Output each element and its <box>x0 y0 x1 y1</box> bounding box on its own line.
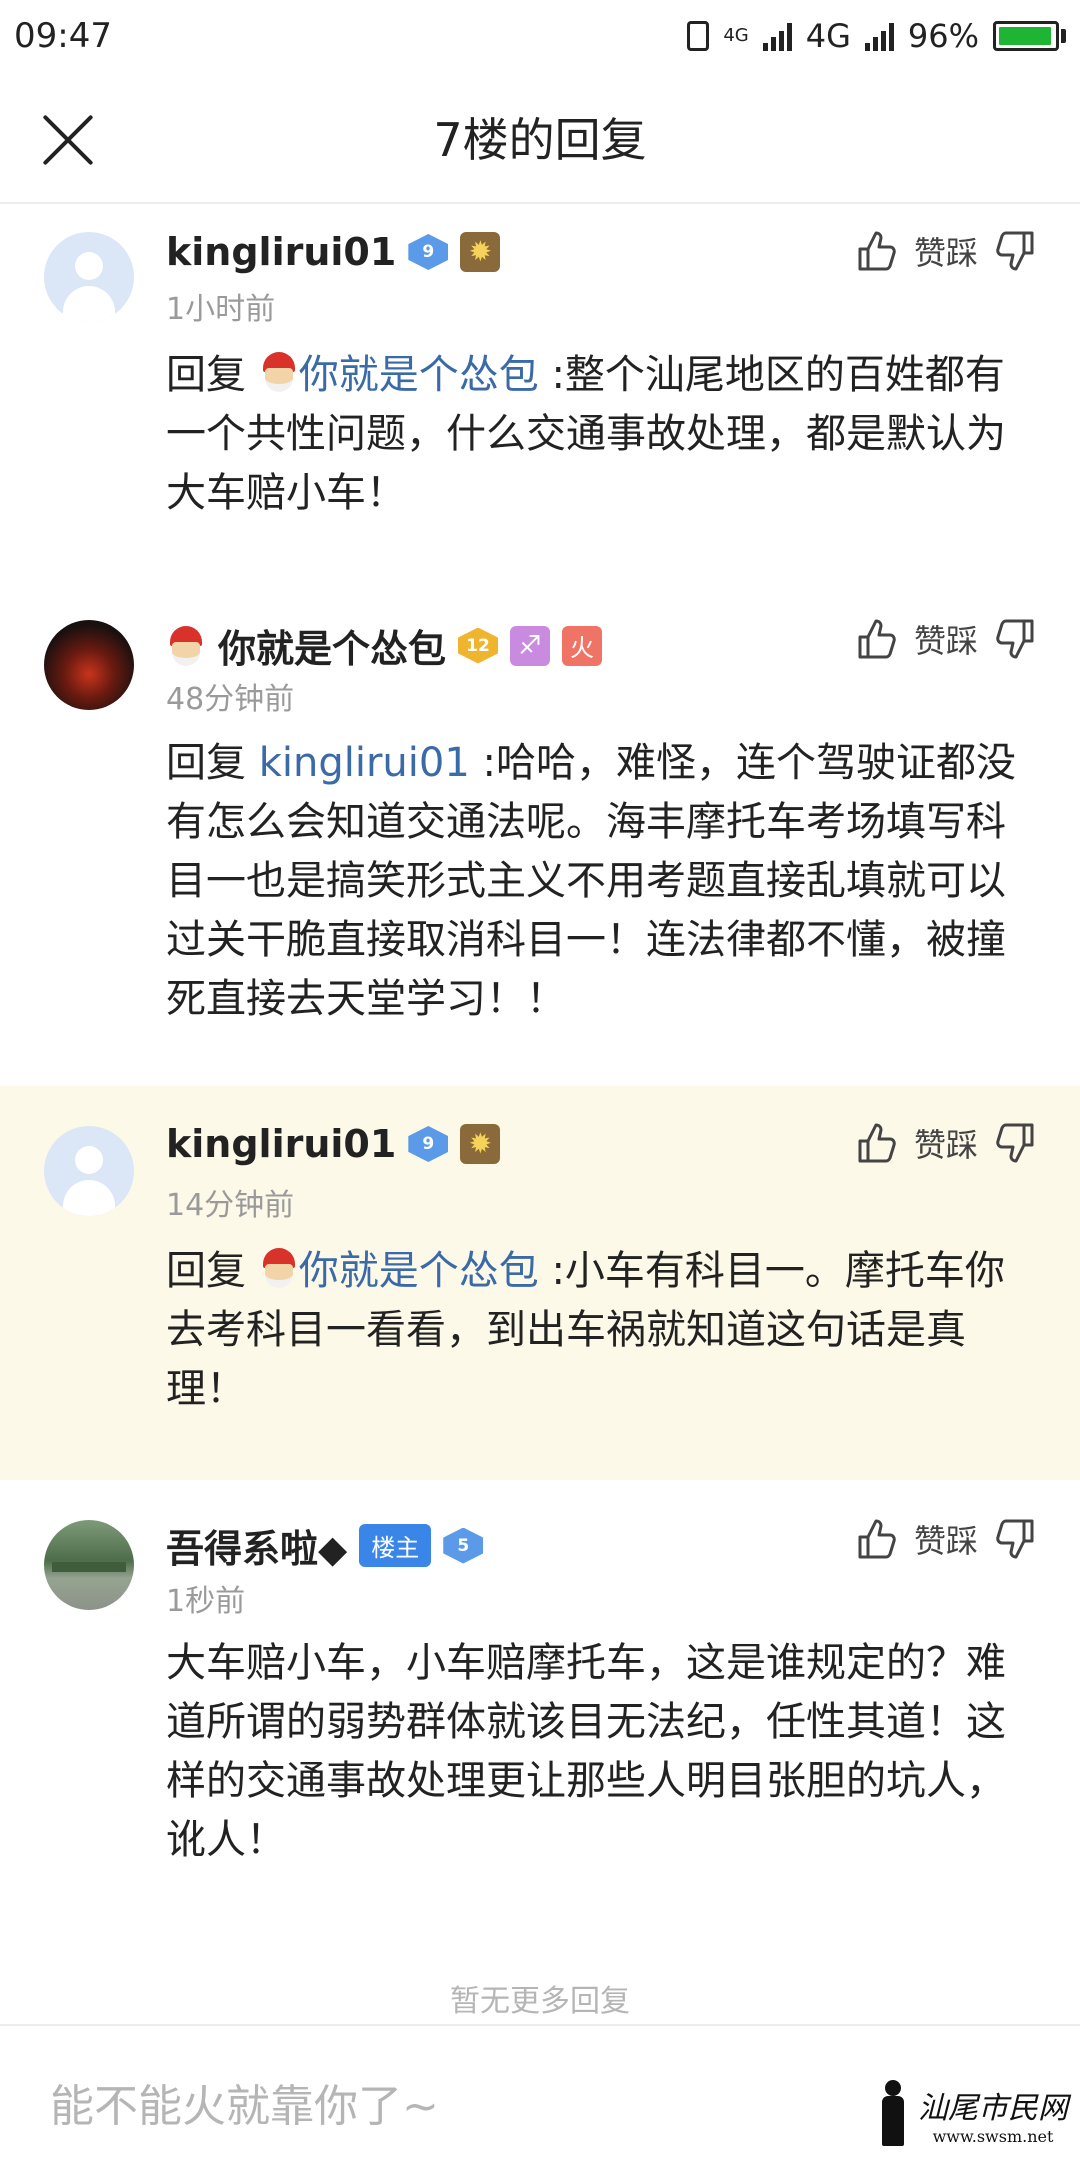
avatar[interactable] <box>44 1126 134 1216</box>
mention-link[interactable]: kinglirui01 <box>259 740 470 786</box>
reply-text: 回复 你就是个怂包 :小车有科目一。摩托车你去考科目一看看，到出车祸就知道这句话… <box>166 1242 1026 1419</box>
watermark-name: 汕尾市民网 <box>918 2091 1068 2126</box>
fire-badge: 火 <box>562 625 603 666</box>
avatar[interactable] <box>44 620 134 710</box>
signal-icon <box>762 21 792 51</box>
status-icons: 4G 4G 96% <box>687 17 1066 55</box>
reply-item-highlighted: kinglirui01 9 ✹ 14分钟前 赞踩 回复 你就是个怂包 :小车有科… <box>0 1086 1080 1480</box>
reply-prefix: 回复 <box>166 740 259 786</box>
vote-actions: 赞踩 <box>856 1120 1036 1166</box>
level-badge: 9 <box>408 234 449 270</box>
vote-actions: 赞踩 <box>856 616 1036 662</box>
level-badge: 12 <box>458 627 499 664</box>
reply-prefix: 回复 <box>166 352 259 398</box>
header: 7楼的回复 <box>0 72 1080 204</box>
network-label: 4G <box>805 17 851 55</box>
thumbs-up-icon[interactable] <box>856 617 896 661</box>
thumbs-down-icon[interactable] <box>996 617 1036 661</box>
reply-item: kinglirui01 9 ✹ 1小时前 赞踩 回复 你就是个怂包 :整个汕尾地… <box>0 206 1080 566</box>
santa-avatar-icon <box>259 352 299 392</box>
username[interactable]: 你就是个怂包 <box>218 618 446 673</box>
reply-input-placeholder[interactable]: 能不能火就靠你了~ <box>50 2070 439 2134</box>
no-more-replies: 暂无更多回复 <box>450 1984 630 2019</box>
timestamp: 1秒前 <box>166 1584 246 1619</box>
user-row: kinglirui01 9 ✹ <box>166 230 501 274</box>
mention-link[interactable]: 你就是个怂包 <box>299 352 539 398</box>
owner-tag: 楼主 <box>359 1524 432 1567</box>
vote-actions: 赞踩 <box>856 228 1036 274</box>
mention-link[interactable]: 你就是个怂包 <box>299 1248 539 1294</box>
vote-label: 赞踩 <box>913 1126 978 1164</box>
battery-icon <box>993 21 1066 51</box>
user-row: 吾得系啦◆ 楼主 5 <box>166 1518 484 1573</box>
avatar[interactable] <box>44 1520 134 1610</box>
level-badge: 9 <box>408 1126 449 1162</box>
thumbs-down-icon[interactable] <box>996 1121 1036 1165</box>
thumbs-up-icon[interactable] <box>856 1121 896 1165</box>
vote-label: 赞踩 <box>913 622 978 660</box>
reply-text: 大车赔小车，小车赔摩托车，这是谁规定的？难道所谓的弱势群体就该目无法纪，任性其道… <box>166 1640 1006 1863</box>
username[interactable]: kinglirui01 <box>166 230 396 274</box>
network-small-label: 4G <box>723 25 749 46</box>
reply-text: 回复 你就是个怂包 :整个汕尾地区的百姓都有一个共性问题，什么交通事故处理，都是… <box>166 346 1026 523</box>
reply-item: 吾得系啦◆ 楼主 5 1秒前 赞踩 大车赔小车，小车赔摩托车，这是谁规定的？难道… <box>0 1496 1080 1896</box>
reply-item: 你就是个怂包 12 ♐ 火 48分钟前 赞踩 回复 kinglirui01 :哈… <box>0 598 1080 1068</box>
watermark-figure-icon <box>876 2080 910 2146</box>
medal-icon: ✹ <box>460 232 501 272</box>
thumbs-up-icon[interactable] <box>856 229 896 273</box>
vote-label: 赞踩 <box>913 234 978 272</box>
santa-avatar-icon <box>166 625 206 666</box>
reply-text: 回复 kinglirui01 :哈哈，难怪，连个驾驶证都没有怎么会知道交通法呢。… <box>166 734 1026 1029</box>
status-bar: 09:47 4G 4G 96% <box>0 0 1080 72</box>
user-row: kinglirui01 9 ✹ <box>166 1122 501 1166</box>
user-row: 你就是个怂包 12 ♐ 火 <box>166 618 603 673</box>
username[interactable]: 吾得系啦◆ <box>166 1518 347 1573</box>
thumbs-down-icon[interactable] <box>996 1517 1036 1561</box>
status-time: 09:47 <box>14 16 112 56</box>
zodiac-badge: ♐ <box>510 625 551 666</box>
thumbs-down-icon[interactable] <box>996 229 1036 273</box>
level-badge: 5 <box>443 1527 484 1564</box>
santa-avatar-icon <box>259 1248 299 1288</box>
thumbs-up-icon[interactable] <box>856 1517 896 1561</box>
vote-label: 赞踩 <box>913 1522 978 1560</box>
avatar[interactable] <box>44 232 134 322</box>
signal-icon-2 <box>864 21 894 51</box>
battery-percent: 96% <box>907 17 979 55</box>
page-title: 7楼的回复 <box>433 113 647 167</box>
reply-input-bar[interactable]: 能不能火就靠你了~ 汕尾市民网 www.swsm.net <box>0 2024 1080 2160</box>
vote-actions: 赞踩 <box>856 1516 1036 1562</box>
timestamp: 48分钟前 <box>166 682 295 717</box>
medal-icon: ✹ <box>460 1124 501 1164</box>
timestamp: 14分钟前 <box>166 1188 295 1223</box>
watermark-url: www.swsm.net <box>932 2127 1054 2146</box>
username[interactable]: kinglirui01 <box>166 1122 396 1166</box>
vibrate-icon <box>687 21 710 51</box>
reply-prefix: 回复 <box>166 1248 259 1294</box>
timestamp: 1小时前 <box>166 292 276 327</box>
site-watermark: 汕尾市民网 www.swsm.net <box>876 2080 1068 2146</box>
